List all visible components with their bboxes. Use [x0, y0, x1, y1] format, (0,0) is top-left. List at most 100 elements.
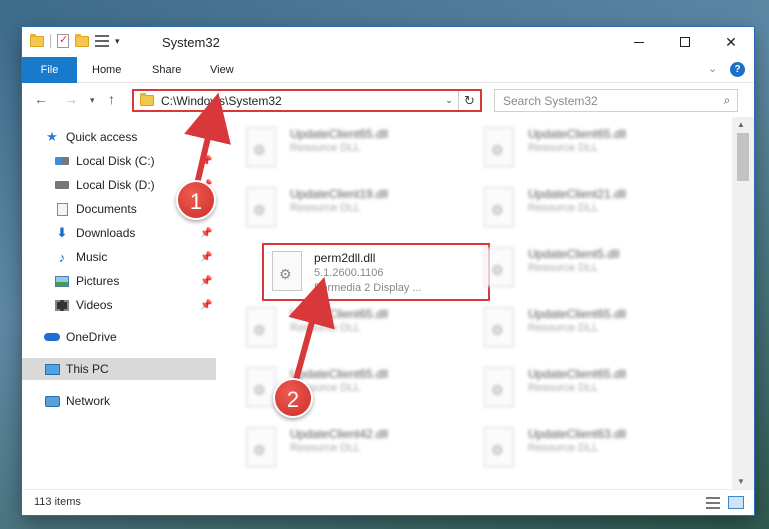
- scroll-thumb[interactable]: [737, 133, 749, 181]
- tab-view[interactable]: View: [204, 57, 240, 83]
- file-item[interactable]: UpdateClient19.dll Resource DLL: [236, 183, 466, 239]
- sidebar-item-pictures[interactable]: Pictures 📌: [22, 270, 216, 292]
- view-options-icon[interactable]: [95, 35, 109, 47]
- forward-arrow-icon[interactable]: →: [64, 91, 78, 107]
- sidebar-item-label: This PC: [66, 362, 109, 376]
- step-badge-1: 1: [176, 180, 216, 220]
- folder-icon: [140, 93, 154, 106]
- window-title: System32: [162, 35, 220, 50]
- file-type: Resource DLL: [528, 442, 599, 454]
- sidebar-item-onedrive[interactable]: OneDrive: [22, 326, 216, 348]
- file-type: Resource DLL: [528, 382, 599, 394]
- dll-file-icon: [484, 367, 514, 407]
- pin-icon[interactable]: 📌: [200, 156, 212, 167]
- file-item[interactable]: UpdateClient42.dll Resource DLL: [236, 423, 466, 479]
- navigation-pane: ★ Quick access Local Disk (C:) 📌 Local D…: [22, 117, 216, 489]
- title-bar: ▾ System32 ✕: [22, 27, 754, 57]
- dll-file-icon: [484, 187, 514, 227]
- sidebar-item-local-disk-c[interactable]: Local Disk (C:) 📌: [22, 150, 216, 172]
- file-name: UpdateClient65.dll: [290, 367, 389, 381]
- file-item[interactable]: UpdateClient21.dll Resource DLL: [474, 183, 704, 239]
- file-type: Resource DLL: [290, 442, 361, 454]
- file-item[interactable]: UpdateClient65.dll Resource DLL: [236, 123, 466, 179]
- scroll-down-icon[interactable]: ▼: [737, 477, 745, 486]
- details-view-icon[interactable]: [706, 497, 720, 509]
- file-name: perm2dll.dll: [314, 251, 376, 265]
- refresh-icon[interactable]: ↻: [458, 91, 480, 110]
- address-dropdown-icon[interactable]: ⌄: [440, 95, 458, 106]
- step-badge-2: 2: [273, 378, 313, 418]
- tab-home[interactable]: Home: [86, 57, 127, 83]
- pin-icon[interactable]: 📌: [200, 276, 212, 287]
- minimize-button[interactable]: [616, 27, 662, 57]
- up-arrow-icon[interactable]: ↑: [108, 91, 115, 107]
- sidebar-item-label: Local Disk (D:): [76, 178, 155, 192]
- address-path[interactable]: C:\Windows\System32: [161, 94, 440, 108]
- documents-icon: [54, 202, 70, 216]
- file-type: Resource DLL: [528, 202, 599, 214]
- search-box[interactable]: ⌕: [494, 89, 738, 112]
- sidebar-item-label: Music: [76, 250, 108, 264]
- expand-ribbon-icon[interactable]: ⌄: [708, 62, 717, 75]
- file-item[interactable]: UpdateClient63.dll Resource DLL: [474, 423, 704, 479]
- pin-icon[interactable]: 📌: [200, 228, 212, 239]
- maximize-button[interactable]: [662, 27, 708, 57]
- sidebar-item-music[interactable]: ♪ Music 📌: [22, 246, 216, 268]
- file-explorer-window: ▾ System32 ✕ File Home Share View ⌄ ? ← …: [22, 27, 754, 515]
- file-item[interactable]: UpdateClient65.dll Resource DLL: [236, 363, 466, 419]
- dll-file-icon: [484, 427, 514, 467]
- file-item[interactable]: UpdateClient65.dll Resource DLL: [474, 303, 704, 359]
- cloud-icon: [44, 330, 60, 344]
- file-item[interactable]: UpdateClient65.dll Resource DLL: [474, 123, 704, 179]
- large-icons-view-icon[interactable]: [728, 496, 744, 509]
- search-icon[interactable]: ⌕: [717, 93, 737, 108]
- search-input[interactable]: [495, 93, 717, 108]
- vertical-scrollbar[interactable]: ▲ ▼: [732, 117, 754, 489]
- file-list: UpdateClient65.dll Resource DLL UpdateCl…: [216, 117, 732, 489]
- sidebar-item-this-pc[interactable]: This PC: [22, 358, 216, 380]
- properties-icon[interactable]: [57, 33, 69, 48]
- tab-share[interactable]: Share: [146, 57, 187, 83]
- file-type: Resource DLL: [528, 262, 599, 274]
- recent-locations-icon[interactable]: ▾: [90, 95, 95, 106]
- new-folder-icon[interactable]: [75, 33, 89, 47]
- file-type: Resource DLL: [290, 142, 361, 154]
- file-item[interactable]: UpdateClient5.dll Resource DLL: [474, 243, 704, 299]
- scroll-up-icon[interactable]: ▲: [737, 120, 745, 129]
- sidebar-item-downloads[interactable]: ⬇ Downloads 📌: [22, 222, 216, 244]
- pin-icon[interactable]: 📌: [200, 252, 212, 263]
- maximize-icon: [680, 37, 690, 47]
- sidebar-item-label: Documents: [76, 202, 137, 216]
- back-arrow-icon[interactable]: ←: [34, 91, 48, 107]
- music-icon: ♪: [58, 249, 66, 265]
- file-version: 5.1.2600.1106: [314, 267, 384, 279]
- sidebar-item-quick-access[interactable]: ★ Quick access: [22, 126, 216, 148]
- dll-file-icon: [484, 307, 514, 347]
- file-item[interactable]: UpdateClient65.dll Resource DLL: [236, 303, 466, 359]
- file-type: Resource DLL: [528, 142, 599, 154]
- close-button[interactable]: ✕: [708, 27, 754, 57]
- dll-file-icon: [246, 367, 276, 407]
- network-icon: [44, 394, 60, 408]
- star-icon: ★: [46, 129, 58, 144]
- address-bar[interactable]: C:\Windows\System32 ⌄ ↻: [132, 89, 482, 112]
- sidebar-item-label: Downloads: [76, 226, 136, 240]
- sidebar-item-network[interactable]: Network: [22, 390, 216, 412]
- chevron-down-icon[interactable]: ▾: [115, 36, 120, 47]
- sidebar-item-label: Local Disk (C:): [76, 154, 155, 168]
- file-name: UpdateClient65.dll: [290, 127, 389, 141]
- toolbar-separator: [50, 34, 51, 48]
- sidebar-item-videos[interactable]: Videos 📌: [22, 294, 216, 316]
- tab-file[interactable]: File: [22, 57, 77, 83]
- file-name: UpdateClient19.dll: [290, 187, 389, 201]
- dll-file-icon: [484, 247, 514, 287]
- pin-icon[interactable]: 📌: [200, 300, 212, 311]
- help-icon[interactable]: ?: [730, 62, 745, 77]
- file-item-perm2dll[interactable]: perm2dll.dll 5.1.2600.1106 Permedia 2 Di…: [262, 243, 490, 301]
- navigation-bar: ← → ▾ ↑ C:\Windows\System32 ⌄ ↻ ⌕: [22, 83, 754, 117]
- pictures-icon: [54, 274, 70, 288]
- file-item[interactable]: UpdateClient65.dll Resource DLL: [474, 363, 704, 419]
- ribbon-tabs: File Home Share View ⌄ ?: [22, 57, 754, 83]
- dll-file-icon: [246, 187, 276, 227]
- file-name: UpdateClient42.dll: [290, 427, 389, 441]
